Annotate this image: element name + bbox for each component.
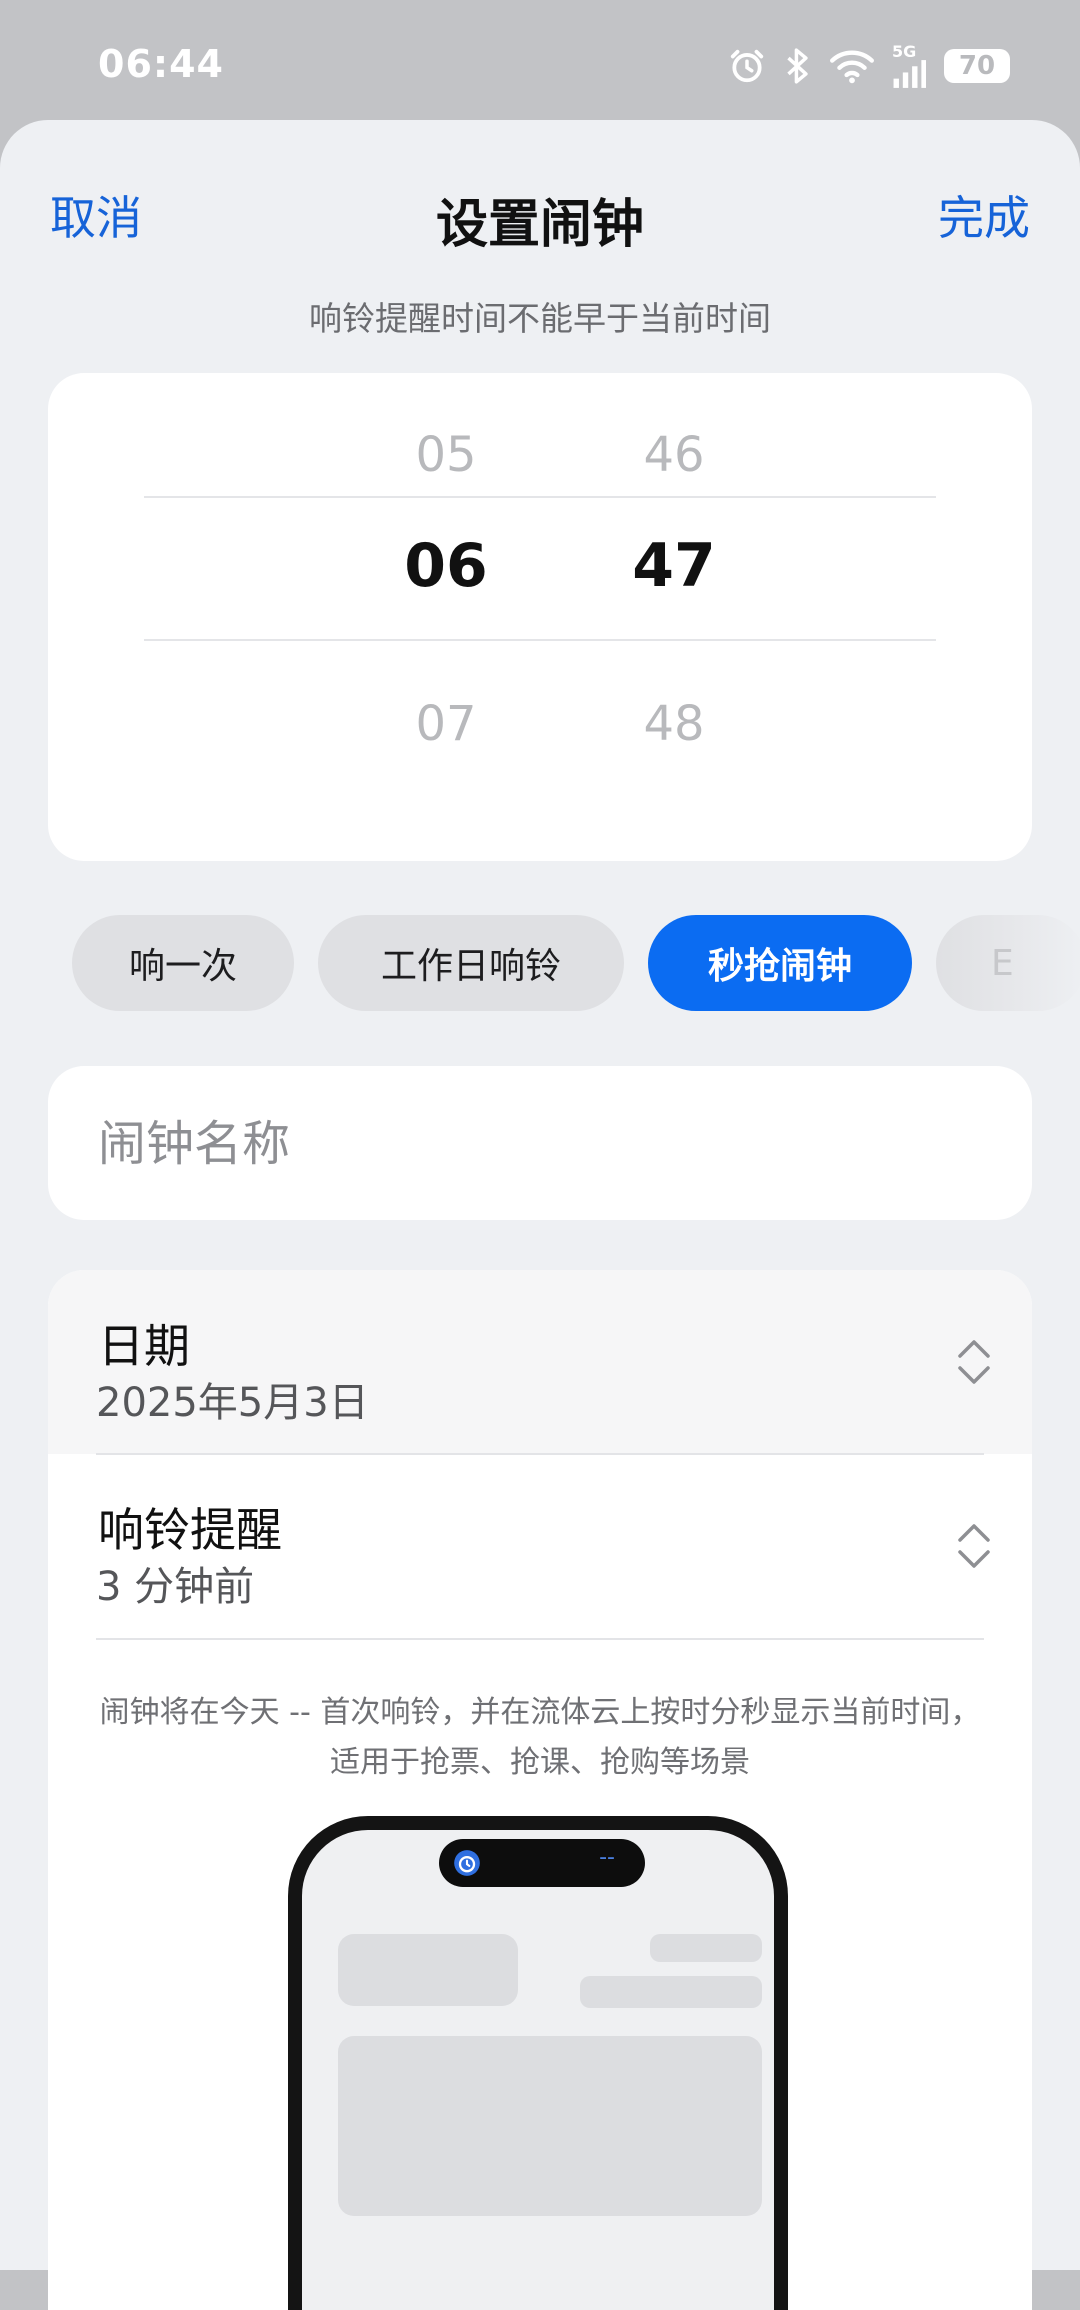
- island-time-text: --: [599, 1845, 615, 1870]
- chip-more[interactable]: E: [936, 915, 1080, 1011]
- phone-preview-illustration: --: [288, 1816, 788, 2310]
- minute-option-prev[interactable]: 46: [599, 427, 749, 483]
- bluetooth-icon: [784, 47, 812, 85]
- chevron-up-down-icon: [958, 1340, 990, 1384]
- hour-option-prev[interactable]: 05: [371, 427, 521, 483]
- network-type: 5G: [892, 42, 917, 61]
- alarm-icon: [454, 1850, 480, 1876]
- signal-icon: 5G: [892, 44, 926, 88]
- time-hint: 响铃提醒时间不能早于当前时间: [309, 299, 771, 338]
- alarm-sheet: 取消 设置闹钟 完成 响铃提醒时间不能早于当前时间 05 06 07 46 47…: [0, 120, 1080, 2310]
- date-row[interactable]: 日期 2025年5月3日: [48, 1270, 1032, 1454]
- chevron-up-down-icon: [958, 1524, 990, 1568]
- chip-flash-alarm[interactable]: 秒抢闹钟: [648, 915, 912, 1011]
- placeholder-block: [338, 1934, 518, 2006]
- repeat-options: 响一次 工作日响铃 秒抢闹钟 E: [0, 915, 1080, 1011]
- alarm-name-card: [48, 1066, 1032, 1222]
- page-title: 设置闹钟: [435, 195, 644, 255]
- reminder-value: 3 分钟前: [96, 1564, 255, 1610]
- status-icons: 5G 70: [728, 44, 1010, 88]
- alarm-icon: [728, 47, 766, 85]
- chip-ring-once[interactable]: 响一次: [72, 915, 294, 1011]
- placeholder-block: [338, 2036, 762, 2216]
- time-picker[interactable]: 05 06 07 46 47 48: [48, 373, 1032, 861]
- settings-card: 日期 2025年5月3日 响铃提醒 3 分钟前 闹钟将在今天 -- 首次响铃，并…: [48, 1270, 1032, 2310]
- alarm-description: 闹钟将在今天 -- 首次响铃，并在流体云上按时分秒显示当前时间，适用于抢票、抢课…: [99, 1695, 981, 1780]
- placeholder-block: [580, 1976, 762, 2008]
- status-time: 06:44: [98, 42, 224, 86]
- dynamic-island: --: [439, 1839, 645, 1887]
- date-label: 日期: [98, 1319, 190, 1373]
- minute-option-next[interactable]: 48: [599, 696, 749, 752]
- reminder-label: 响铃提醒: [98, 1503, 282, 1557]
- minute-option-selected[interactable]: 47: [599, 531, 749, 601]
- status-bar: 06:44 5G 70: [0, 0, 1080, 120]
- row-divider: [96, 1638, 984, 1640]
- hour-option-selected[interactable]: 06: [371, 531, 521, 601]
- date-value: 2025年5月3日: [96, 1380, 369, 1426]
- placeholder-block: [650, 1934, 762, 1962]
- picker-bottom-divider: [144, 639, 936, 641]
- hour-option-next[interactable]: 07: [371, 696, 521, 752]
- done-button[interactable]: 完成: [938, 182, 1030, 248]
- alarm-name-input[interactable]: [96, 1066, 980, 1222]
- reminder-row[interactable]: 响铃提醒 3 分钟前: [48, 1454, 1032, 1638]
- wifi-icon: [830, 48, 874, 84]
- picker-top-divider: [144, 496, 936, 498]
- chip-workday[interactable]: 工作日响铃: [318, 915, 624, 1011]
- battery-icon: 70: [944, 49, 1010, 83]
